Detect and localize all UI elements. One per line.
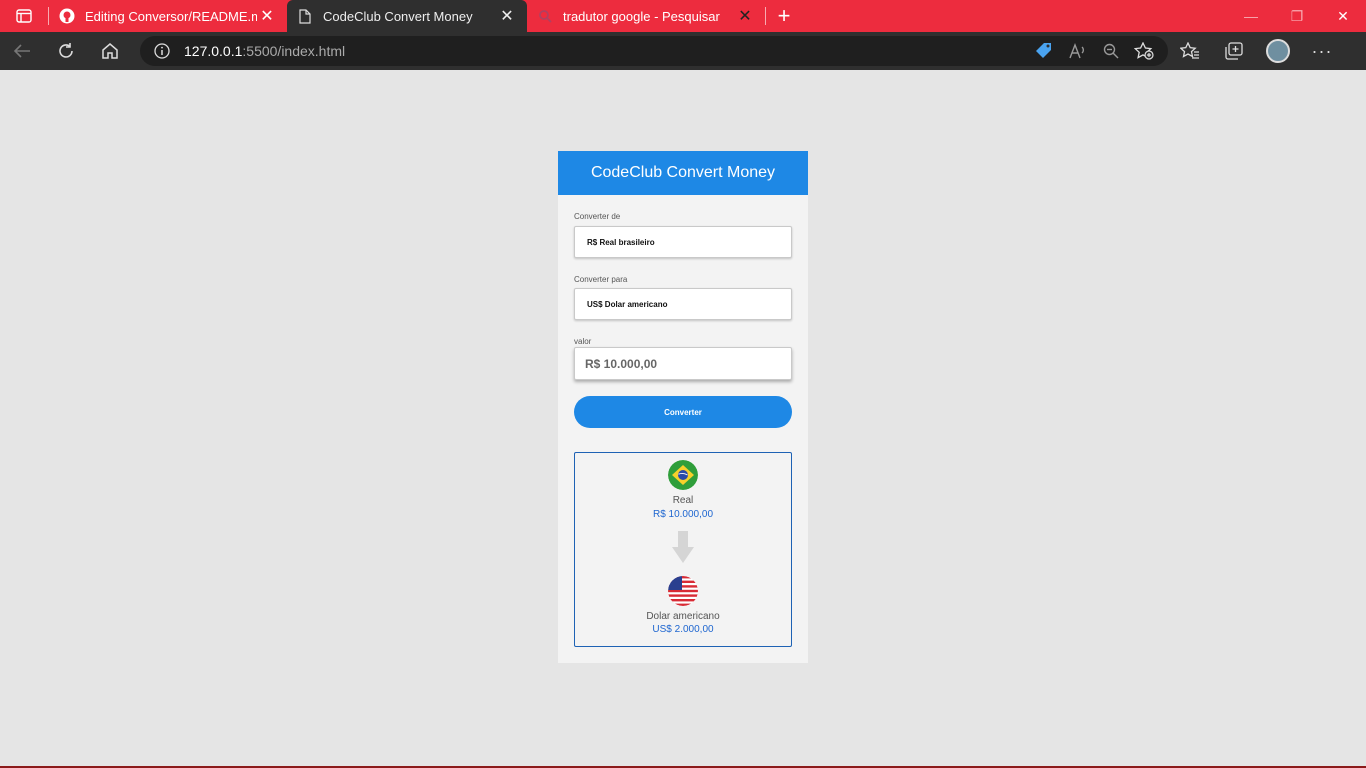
new-tab-button[interactable]: + xyxy=(766,0,802,32)
restore-button[interactable]: ❐ xyxy=(1274,0,1320,32)
home-button[interactable] xyxy=(88,32,132,70)
tab-actions-button[interactable] xyxy=(0,0,48,32)
add-favorite-icon[interactable] xyxy=(1134,42,1154,60)
page-icon xyxy=(297,8,313,24)
to-currency-label: Converter para xyxy=(574,275,628,284)
toolbar-right: ··· xyxy=(1168,32,1344,70)
favorites-button[interactable] xyxy=(1168,32,1212,70)
minimize-button[interactable]: — xyxy=(1228,0,1274,32)
collections-icon xyxy=(1225,42,1243,60)
close-tab-icon[interactable]: ✕ xyxy=(257,6,277,26)
close-window-button[interactable]: ✕ xyxy=(1320,0,1366,32)
search-icon xyxy=(537,8,553,24)
plus-icon: + xyxy=(777,3,791,28)
from-currency-name: Real xyxy=(672,495,694,506)
amount-label: valor xyxy=(574,337,592,346)
url-host: 127.0.0.1 xyxy=(184,43,243,59)
amount-input[interactable] xyxy=(574,347,792,380)
tab-github[interactable]: Editing Conversor/README.md a ✕ xyxy=(49,0,287,32)
to-currency-value: US$ 2.000,00 xyxy=(652,624,714,635)
to-currency-name: Dolar americano xyxy=(646,611,720,622)
to-currency-select[interactable]: US$ Dolar americano xyxy=(574,288,792,320)
read-aloud-icon[interactable] xyxy=(1068,42,1088,60)
conversion-result: Real R$ 10.000,00 Dolar americano US$ 2.… xyxy=(574,452,792,647)
tab-title: Editing Conversor/README.md a xyxy=(85,8,257,24)
avatar xyxy=(1266,39,1290,63)
address-bar-actions xyxy=(1034,42,1154,60)
usa-flag-icon xyxy=(668,576,698,606)
settings-menu-button[interactable]: ··· xyxy=(1300,32,1344,70)
favorites-icon xyxy=(1180,42,1199,59)
address-bar[interactable]: 127.0.0.1:5500/index.html xyxy=(140,36,1168,66)
from-currency-value: R$ 10.000,00 xyxy=(652,509,714,520)
tab-title: tradutor google - Pesquisar xyxy=(563,8,720,24)
convert-button[interactable]: Converter xyxy=(574,396,792,428)
window-controls: — ❐ ✕ xyxy=(1228,0,1366,32)
from-currency-select[interactable]: R$ Real brasileiro xyxy=(574,226,792,258)
profile-button[interactable] xyxy=(1256,32,1300,70)
tab-actions-icon xyxy=(16,9,32,23)
brazil-flag-icon xyxy=(668,460,698,490)
browser-tab-bar: Editing Conversor/README.md a ✕ CodeClub… xyxy=(0,0,1366,32)
coupon-tag-icon[interactable] xyxy=(1034,42,1054,60)
close-tab-icon[interactable]: ✕ xyxy=(735,6,755,26)
tab-google[interactable]: tradutor google - Pesquisar ✕ xyxy=(527,0,765,32)
tab-title: CodeClub Convert Money xyxy=(323,8,473,24)
from-currency-label: Converter de xyxy=(574,212,621,221)
tab-codeclub-active[interactable]: CodeClub Convert Money ✕ xyxy=(287,0,527,32)
browser-toolbar: 127.0.0.1:5500/index.html ··· xyxy=(0,32,1366,70)
converter-card: CodeClub Convert Money Converter de R$ R… xyxy=(558,151,808,663)
info-icon xyxy=(154,43,170,59)
github-icon xyxy=(59,8,75,24)
home-icon xyxy=(102,43,118,59)
close-tab-icon[interactable]: ✕ xyxy=(497,6,517,26)
refresh-button[interactable] xyxy=(44,32,88,70)
more-icon: ··· xyxy=(1311,40,1333,61)
back-arrow-icon xyxy=(13,44,30,58)
back-button[interactable] xyxy=(0,32,44,70)
refresh-icon xyxy=(59,43,73,58)
zoom-out-icon[interactable] xyxy=(1102,42,1120,60)
arrow-down-icon xyxy=(672,531,694,563)
collections-button[interactable] xyxy=(1212,32,1256,70)
app-title: CodeClub Convert Money xyxy=(558,151,808,195)
url-path: :5500/index.html xyxy=(242,43,346,59)
